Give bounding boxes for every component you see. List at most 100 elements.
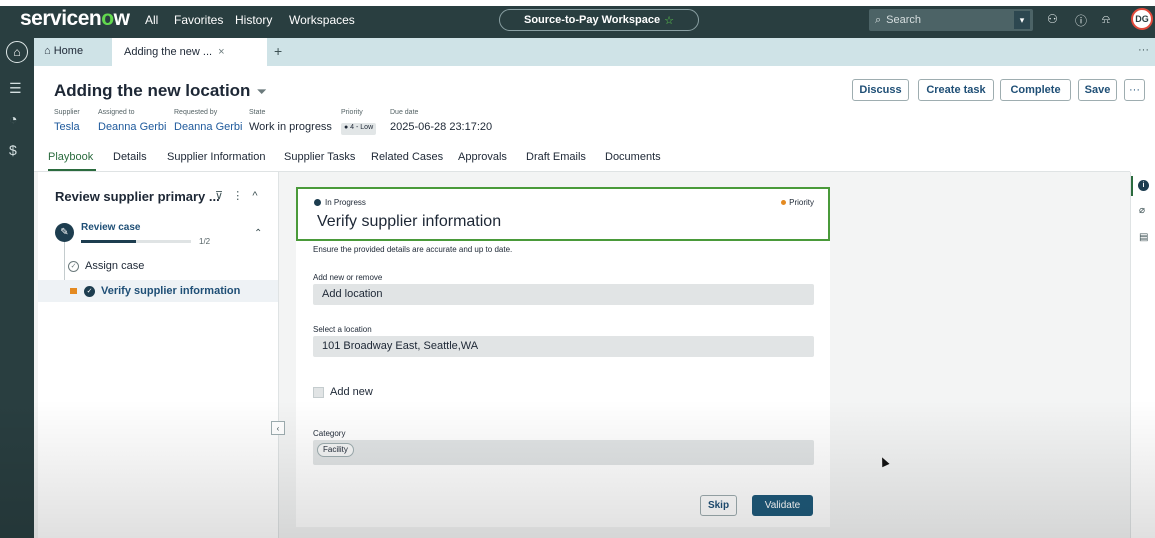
requested-by-label: Requested by: [174, 109, 218, 116]
tab-related-cases[interactable]: Related Cases: [371, 151, 443, 163]
active-task-icon: ✓: [84, 285, 95, 297]
home-icon[interactable]: ⌂: [6, 41, 28, 63]
workspace-selector[interactable]: Source-to-Pay Workspace ☆: [499, 9, 699, 31]
close-tab-icon[interactable]: ×: [218, 46, 224, 58]
status-badge: In Progress: [314, 198, 366, 207]
search-placeholder: Search: [886, 14, 922, 26]
tab-adding-new-location[interactable]: Adding the new ... ×: [112, 38, 267, 66]
stage-progress-count: 1/2: [199, 237, 211, 246]
workspace-tab-strip: ⌂ Home Adding the new ... × + ···: [34, 38, 1155, 66]
attachment-icon[interactable]: ⌀: [1139, 205, 1145, 216]
nav-history[interactable]: History: [235, 13, 272, 27]
state-label: State: [249, 109, 266, 116]
state-value: Work in progress: [249, 121, 332, 133]
priority-badge: ● 4 - Low: [341, 123, 377, 135]
task-assign-case[interactable]: ✓ Assign case: [68, 260, 144, 272]
tab-playbook[interactable]: Playbook: [48, 151, 93, 163]
document-icon[interactable]: ▤: [1139, 232, 1148, 243]
servicenow-logo[interactable]: servicenow: [20, 7, 130, 31]
help-icon[interactable]: ⓘ: [1075, 12, 1087, 29]
category-label: Category: [313, 429, 346, 438]
pencil-icon: ✎: [55, 223, 74, 242]
nav-favorites[interactable]: Favorites: [174, 13, 223, 27]
top-strip: [0, 0, 1155, 6]
stage-review-case[interactable]: Review case: [81, 222, 141, 233]
select-location-label: Select a location: [313, 325, 372, 334]
stage-progress-bar: [81, 240, 191, 243]
validate-button[interactable]: Validate: [752, 495, 813, 516]
dashboard-icon[interactable]: ◔: [9, 111, 17, 127]
discuss-button[interactable]: Discuss: [852, 79, 909, 101]
in-progress-icon: [314, 199, 321, 206]
more-actions-button[interactable]: ···: [1124, 79, 1145, 101]
search-scope-dropdown[interactable]: ▾: [1014, 11, 1030, 29]
category-chip[interactable]: Facility: [317, 443, 354, 457]
search-input[interactable]: ⌕ Search: [869, 9, 1033, 31]
home-tab-icon: ⌂: [44, 45, 51, 57]
kebab-menu-icon[interactable]: ⋮: [232, 190, 243, 202]
notifications-bell-icon[interactable]: ⍾: [1102, 12, 1110, 27]
list-icon[interactable]: ☰: [9, 80, 22, 97]
nav-workspaces[interactable]: Workspaces: [289, 13, 355, 27]
tab-home[interactable]: ⌂ Home: [44, 45, 83, 57]
tab-approvals[interactable]: Approvals: [458, 151, 507, 163]
playbook-panel-actions: ⊽ ⋮ ^: [215, 189, 258, 202]
tab-label: Adding the new ...: [124, 46, 213, 58]
tab-details[interactable]: Details: [113, 151, 147, 163]
chat-icon[interactable]: ⚇: [1047, 12, 1058, 26]
priority-indicator: Priority: [781, 198, 814, 207]
more-tabs-icon[interactable]: ···: [1138, 44, 1149, 56]
check-circle-icon: ✓: [68, 260, 79, 272]
right-sidebar: i ⌀ ▤: [1130, 172, 1155, 538]
task-label: Assign case: [85, 260, 145, 272]
add-new-row: Add new: [313, 386, 373, 398]
tab-documents[interactable]: Documents: [605, 151, 661, 163]
playbook-panel: Review supplier primary ... ⊽ ⋮ ^ ✎ Revi…: [38, 172, 279, 538]
add-new-label: Add new: [330, 386, 373, 398]
search-icon: ⌕: [875, 13, 882, 26]
card-title: Verify supplier information: [317, 213, 502, 230]
record-header: Adding the new location ⏷ Supplier Tesla …: [34, 66, 1155, 172]
activity-card: In Progress Priority Verify supplier inf…: [296, 187, 830, 527]
chevron-up-icon[interactable]: ⌃: [254, 228, 262, 239]
supplier-label: Supplier: [54, 109, 80, 116]
tag-icon[interactable]: ⏷: [256, 84, 266, 99]
task-label: Verify supplier information: [101, 285, 241, 297]
filter-icon[interactable]: ⊽: [215, 190, 223, 202]
tab-supplier-tasks[interactable]: Supplier Tasks: [284, 151, 355, 163]
card-header: In Progress Priority Verify supplier inf…: [296, 187, 830, 241]
finance-icon[interactable]: $: [9, 142, 17, 158]
requested-by-link[interactable]: Deanna Gerbi: [174, 121, 243, 133]
location-select[interactable]: 101 Broadway East, Seattle,WA: [313, 336, 814, 357]
save-button[interactable]: Save: [1078, 79, 1117, 101]
collapse-panel-button[interactable]: ‹: [271, 421, 285, 435]
favorite-star-icon[interactable]: ☆: [664, 14, 674, 27]
nav-all[interactable]: All: [145, 13, 158, 27]
playbook-title: Review supplier primary ...: [55, 189, 220, 204]
priority-dot-icon: [781, 200, 787, 205]
page-title: Adding the new location ⏷: [54, 81, 267, 100]
assigned-to-link[interactable]: Deanna Gerbi: [98, 121, 167, 133]
category-field[interactable]: Facility: [313, 440, 814, 465]
complete-button[interactable]: Complete: [1000, 79, 1071, 101]
user-avatar[interactable]: DG: [1131, 8, 1153, 30]
add-tab-button[interactable]: +: [274, 43, 282, 59]
task-verify-supplier-information[interactable]: ✓ Verify supplier information: [84, 285, 240, 297]
skip-button[interactable]: Skip: [700, 495, 737, 516]
due-date-label: Due date: [390, 109, 419, 116]
add-remove-select[interactable]: Add location: [313, 284, 814, 305]
supplier-link[interactable]: Tesla: [54, 121, 80, 133]
active-indicator: [1131, 176, 1133, 196]
tab-supplier-information[interactable]: Supplier Information: [167, 151, 265, 163]
top-navigation-bar: servicenow All Favorites History Workspa…: [0, 0, 1155, 38]
chevron-up-icon[interactable]: ^: [252, 190, 257, 202]
create-task-button[interactable]: Create task: [918, 79, 994, 101]
current-task-flag-icon: [70, 288, 77, 294]
add-new-checkbox[interactable]: [313, 386, 324, 398]
due-date-value: 2025-06-28 23:17:20: [390, 121, 493, 133]
info-icon[interactable]: i: [1138, 180, 1149, 191]
add-remove-label: Add new or remove: [313, 273, 383, 282]
tab-draft-emails[interactable]: Draft Emails: [526, 151, 586, 163]
card-description: Ensure the provided details are accurate…: [313, 245, 513, 254]
assigned-to-label: Assigned to: [98, 109, 135, 116]
